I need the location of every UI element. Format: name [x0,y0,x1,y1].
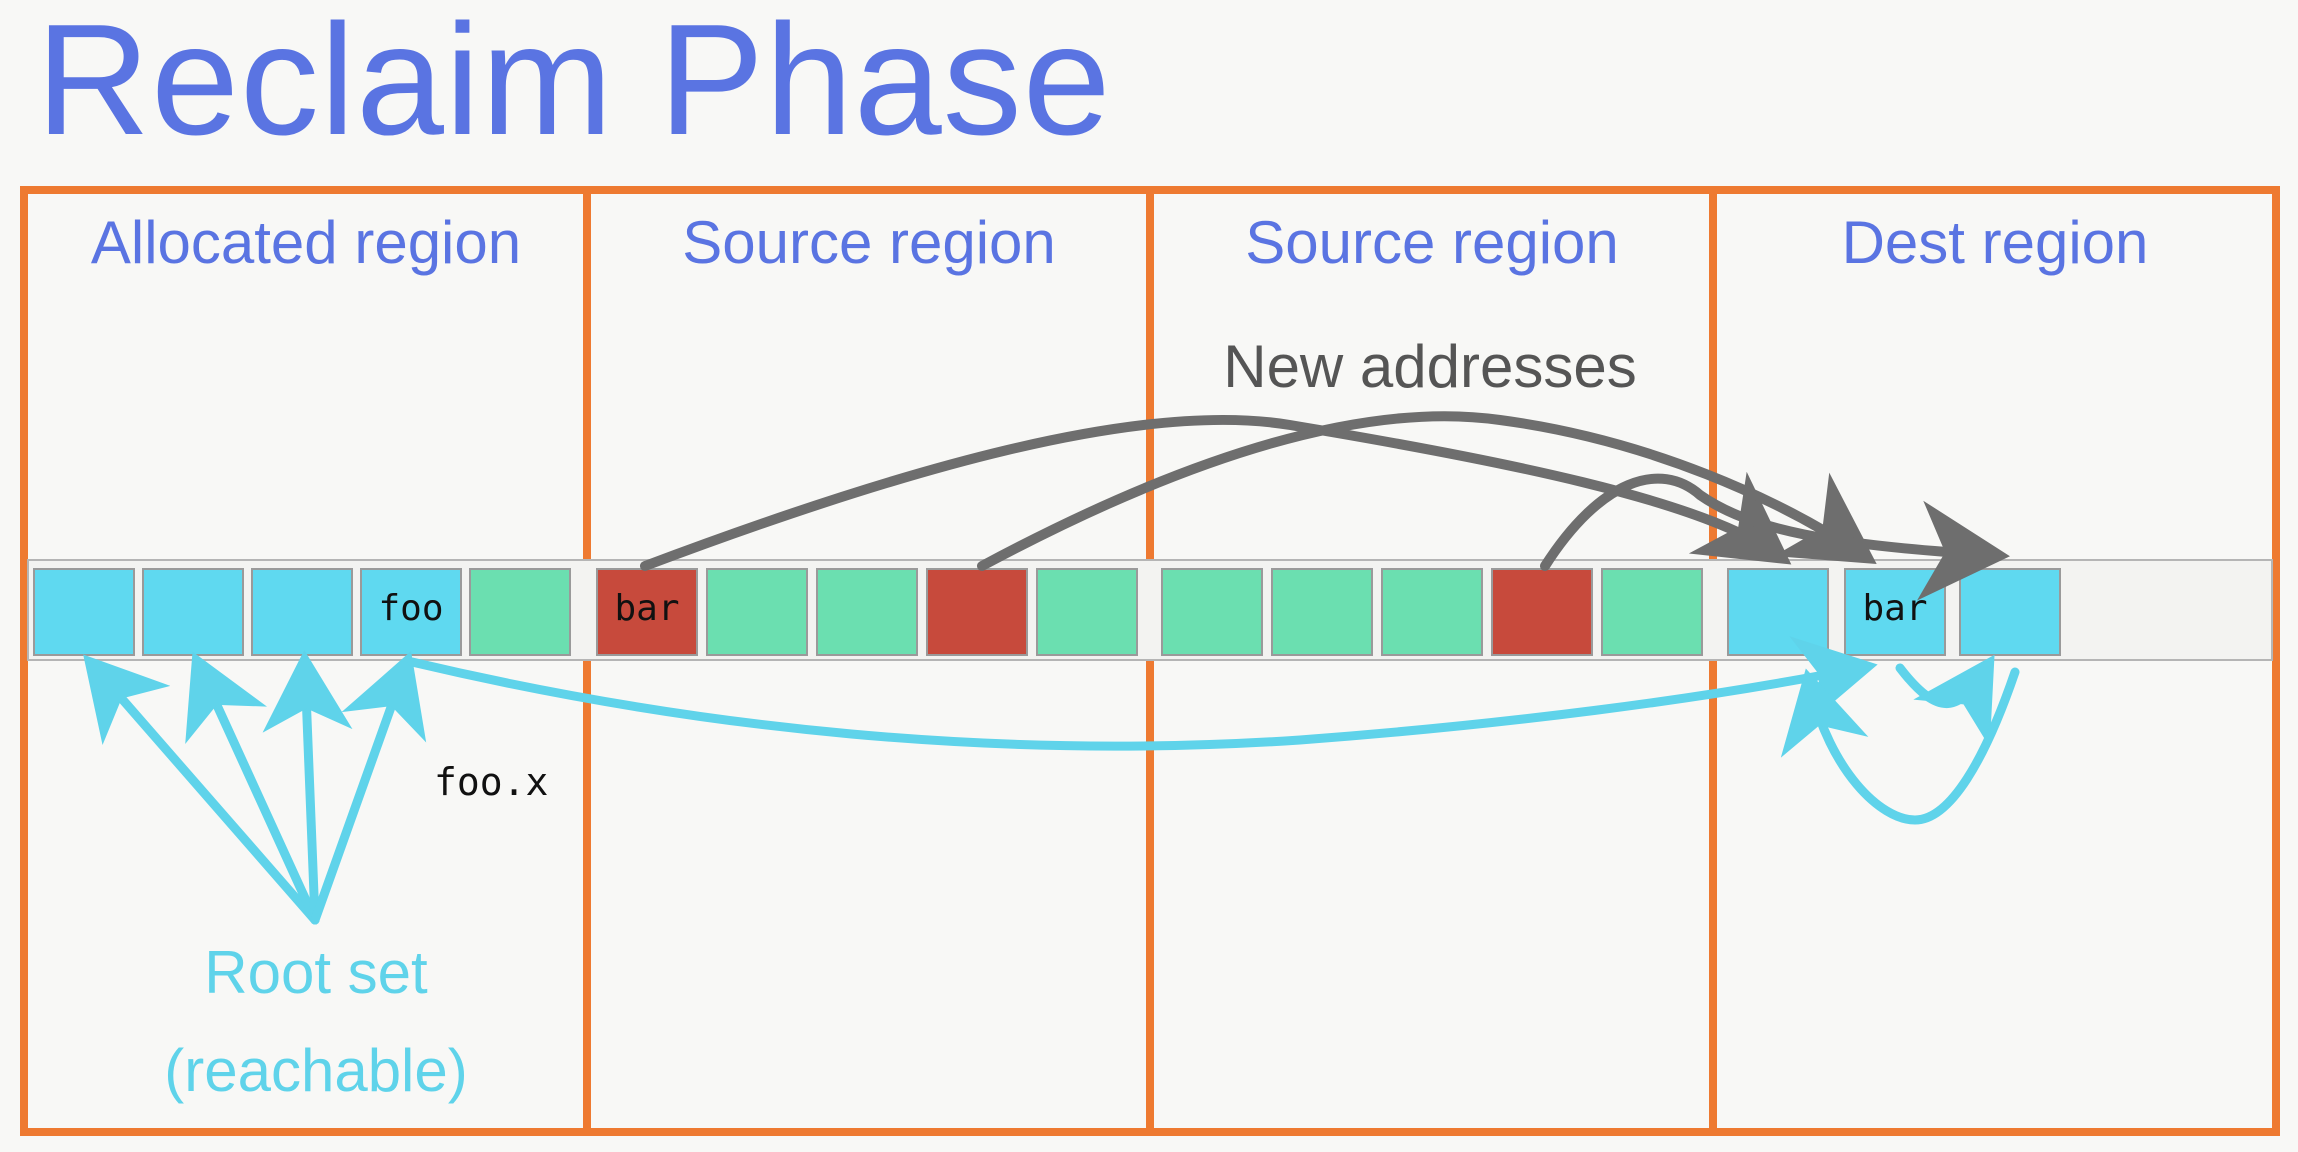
dest-self-arrow-1 [1895,654,1995,748]
cell-src1-5 [1036,568,1138,656]
cell-src1-2 [706,568,808,656]
cell-src2-4 [1491,568,1593,656]
cell-src1-3 [816,568,918,656]
cell-alloc-5 [469,568,571,656]
region-label-source-2: Source region [1245,209,1619,276]
cell-label-foo: foo [378,588,444,629]
cell-alloc-3 [251,568,353,656]
region-label-dest: Dest region [1841,209,2149,276]
reference-arrows [83,636,2020,925]
relocation-arrow-src1 [977,411,1877,571]
cell-dest-1 [1727,568,1829,656]
root-arrow-3 [262,650,353,925]
field-ref-label: foo.x [434,760,549,804]
cell-label-bar-dest: bar [1862,588,1928,629]
region-label-source-1: Source region [682,209,1056,276]
new-addresses-label: New addresses [1223,333,1637,400]
root-set-sublabel: (reachable) [164,1037,468,1104]
cell-dest-3 [1959,568,2061,656]
relocation-arrows [640,411,2010,601]
cell-alloc-1 [33,568,135,656]
cell-src2-2 [1271,568,1373,656]
cell-src1-4 [926,568,1028,656]
root-arrow-2 [185,651,320,925]
cell-alloc-2 [142,568,244,656]
cell-src2-3 [1381,568,1483,656]
dest-self-arrow-2 [1780,667,2020,825]
root-set-label: Root set [204,939,428,1006]
cell-src2-5 [1601,568,1703,656]
root-arrow-1 [83,654,320,925]
memory-cells [33,568,2061,656]
foo-x-pointer-arrow [407,636,1878,751]
slide: Reclaim Phase Allocated region Source re… [0,0,2298,1152]
region-label-allocated: Allocated region [90,209,522,276]
cell-label-bar-source: bar [614,588,680,629]
root-arrow-4 [310,651,427,925]
cell-src2-1 [1161,568,1263,656]
